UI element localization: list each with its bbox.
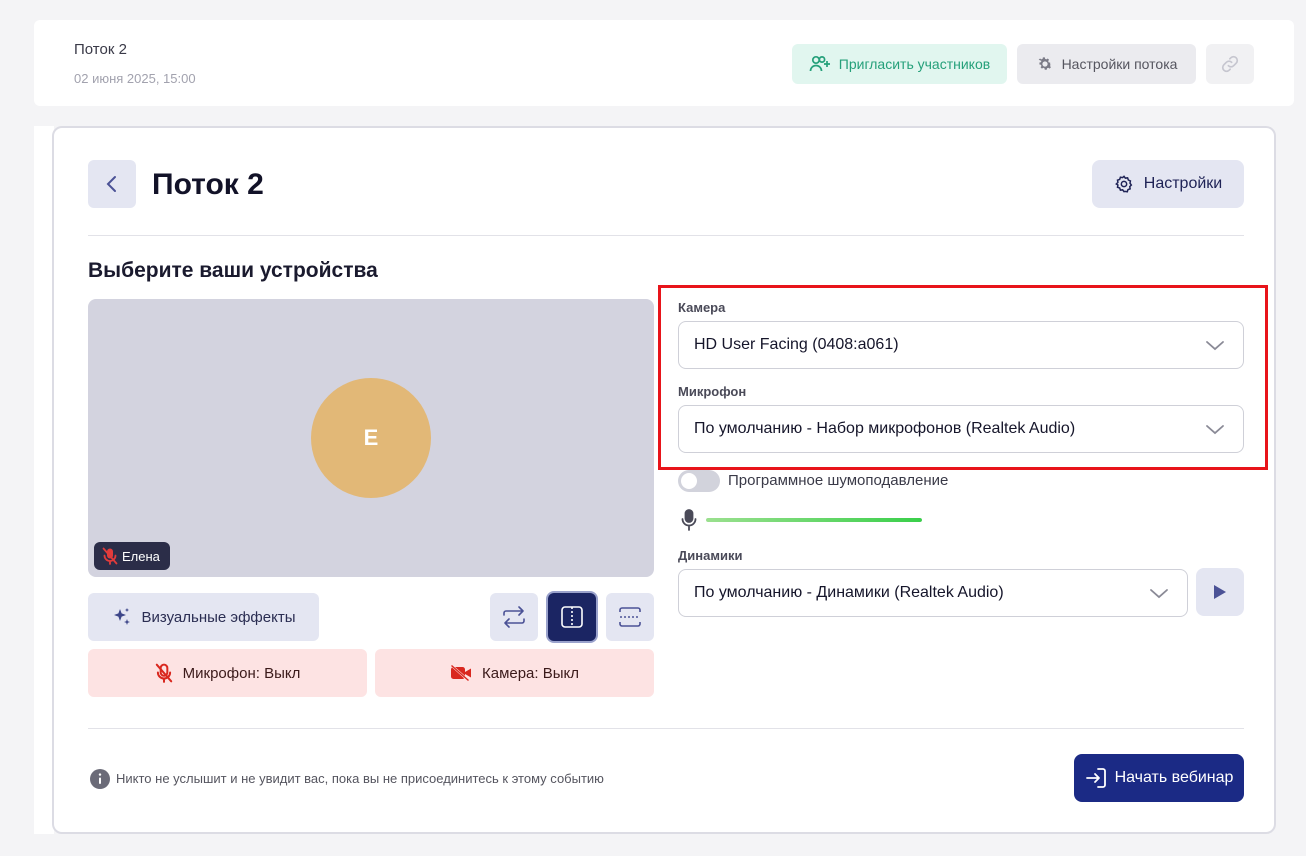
info-icon [90,769,110,789]
mic-off-icon [155,663,172,683]
copy-link-button[interactable] [1206,44,1254,84]
visual-effects-label: Визуальные эффекты [141,608,296,626]
sparkles-icon [113,608,130,625]
enter-icon [1085,768,1106,788]
speakers-label: Динамики [678,548,743,563]
mic-off-icon [102,547,118,565]
crop-icon [619,607,641,627]
swap-icon [503,606,525,628]
start-webinar-label: Начать вебинар [1114,769,1234,786]
test-speakers-button[interactable] [1196,568,1244,616]
gear-icon [1038,57,1052,70]
microphone-status-label: Микрофон: Выкл [182,664,301,682]
back-button[interactable] [88,160,136,208]
settings-label: Настройки [1143,175,1223,192]
panel-edge [34,126,54,834]
device-setup-panel: Поток 2 Настройки Выберите ваши устройст… [52,126,1276,834]
add-users-icon [809,55,830,72]
participant-name: Елена [122,548,160,564]
stream-header: Поток 2 02 июня 2025, 15:00 Пригласить у… [34,20,1294,106]
stream-title: Поток 2 [74,41,127,58]
camera-status-label: Камера: Выкл [481,664,580,682]
gear-icon [1114,175,1133,193]
stream-settings-button[interactable]: Настройки потока [1017,44,1196,84]
play-icon [1214,585,1226,599]
chevron-left-icon [106,176,116,192]
settings-button[interactable]: Настройки [1092,160,1244,208]
noise-suppression-label: Программное шумоподавление [728,472,949,489]
mic-icon [681,509,697,531]
speakers-select[interactable]: По умолчанию - Динамики (Realtek Audio) [678,569,1188,617]
footer-divider [88,728,1244,729]
section-title: Выберите ваши устройства [88,259,378,282]
swap-camera-button[interactable] [490,593,538,641]
toggle-knob [681,473,697,489]
video-preview: E Елена [88,299,654,577]
chevron-down-icon [1150,589,1168,599]
microphone-toggle-button[interactable]: Микрофон: Выкл [88,649,367,697]
camera-off-icon [450,664,471,682]
visual-effects-button[interactable]: Визуальные эффекты [88,593,319,641]
participant-name-tag: Елена [94,542,170,570]
noise-suppression-toggle[interactable] [678,470,720,492]
mirror-view-button[interactable] [548,593,596,641]
stream-date: 02 июня 2025, 15:00 [74,71,196,86]
speakers-select-value: По умолчанию - Динамики (Realtek Audio) [694,584,1004,601]
page-title: Поток 2 [152,168,264,201]
invite-participants-button[interactable]: Пригласить участников [792,44,1007,84]
privacy-info-text: Никто не услышит и не увидит вас, пока в… [116,771,604,786]
start-webinar-button[interactable]: Начать вебинар [1074,754,1244,802]
stream-settings-label: Настройки потока [1061,56,1178,72]
mic-level-fill [706,518,922,522]
crop-view-button[interactable] [606,593,654,641]
avatar: E [311,378,431,498]
mic-level-meter [706,518,922,522]
link-icon [1221,55,1239,73]
device-highlight-box [658,285,1268,470]
header-divider [88,235,1244,236]
camera-toggle-button[interactable]: Камера: Выкл [375,649,654,697]
invite-participants-label: Пригласить участников [838,56,991,72]
split-view-icon [561,606,583,628]
